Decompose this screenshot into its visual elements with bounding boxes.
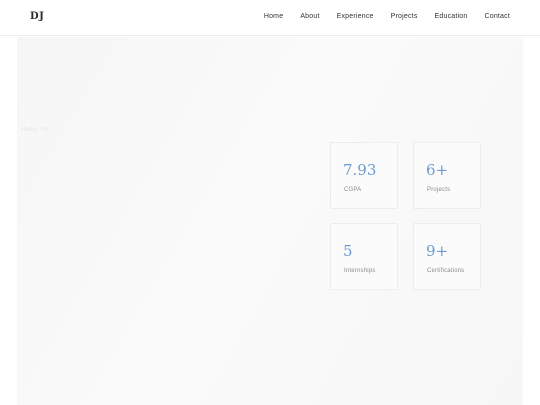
stat-card-cgpa: 7.93 CGPA: [330, 142, 398, 209]
stat-label: Internships: [344, 268, 376, 274]
hero-greeting: Hello, I'm: [21, 127, 49, 133]
stat-value: 6+: [426, 161, 449, 179]
stat-value: 5: [343, 242, 353, 260]
nav-link-education[interactable]: Education: [435, 13, 468, 20]
stat-card-internships: 5 Internships: [330, 223, 398, 290]
stat-value: 9+: [426, 242, 449, 260]
logo[interactable]: DJ: [30, 11, 44, 22]
nav-link-experience[interactable]: Experience: [337, 13, 374, 20]
nav-link-about[interactable]: About: [300, 13, 319, 20]
hero-section: [17, 37, 523, 405]
stat-label: CGPA: [344, 187, 362, 193]
page: DJ Home About Experience Projects Educat…: [0, 0, 540, 405]
stat-value: 7.93: [343, 161, 377, 179]
stat-card-projects: 6+ Projects: [413, 142, 481, 209]
nav-link-contact[interactable]: Contact: [484, 13, 510, 20]
navbar: DJ Home About Experience Projects Educat…: [0, 0, 540, 36]
stat-label: Projects: [427, 187, 451, 193]
stat-label: Certifications: [427, 268, 465, 274]
nav-link-home[interactable]: Home: [264, 13, 283, 20]
nav-links: Home About Experience Projects Education…: [264, 13, 510, 20]
nav-link-projects[interactable]: Projects: [391, 13, 418, 20]
stat-card-certifications: 9+ Certifications: [413, 223, 481, 290]
